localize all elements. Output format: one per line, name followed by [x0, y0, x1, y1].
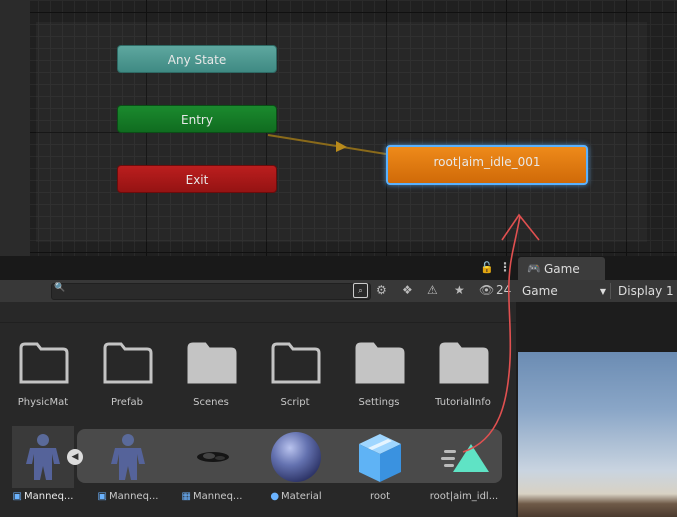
asset-label: root	[369, 491, 391, 502]
folder-icon	[19, 342, 69, 384]
asset-mannequin-mesh[interactable]: ▦ Manneq...	[169, 430, 255, 510]
folder-label: TutorialInfo	[435, 397, 491, 408]
mannequin-icon	[111, 434, 145, 480]
search-input[interactable]	[66, 284, 350, 297]
folder-icon	[103, 342, 153, 384]
folder-label: Settings	[358, 397, 400, 408]
more-options-icon[interactable]: ⋮	[499, 260, 511, 274]
lock-icon[interactable]: 🔓	[480, 261, 494, 274]
mannequin-icon	[26, 434, 60, 480]
asset-label: ▦ Manneq...	[181, 491, 243, 502]
tag-icon[interactable]: ❖	[402, 283, 413, 297]
toolbar-divider	[610, 283, 611, 299]
asset-label: root|aim_idl...	[429, 491, 499, 502]
entry-node[interactable]: Entry	[117, 105, 277, 133]
folder-icon	[355, 342, 405, 384]
collapse-arrow-icon[interactable]: ◀	[67, 449, 83, 465]
folder-script[interactable]: Script	[255, 342, 335, 414]
asset-mannequin-prefab[interactable]: ▣ Manneq...	[0, 430, 86, 510]
folder-icon	[271, 342, 321, 384]
any-state-node[interactable]: Any State	[117, 45, 277, 73]
game-mode-dropdown[interactable]: Game ▼	[520, 281, 608, 301]
eye-icon[interactable]: 👁	[479, 283, 494, 297]
material-icon: ●	[270, 491, 280, 502]
folder-icon	[187, 342, 237, 384]
folder-physicmat[interactable]: PhysicMat	[3, 342, 83, 414]
animator-layers-panel	[0, 0, 31, 256]
mesh-icon: ▦	[181, 491, 191, 502]
exit-node[interactable]: Exit	[117, 165, 277, 193]
material-sphere-icon	[271, 432, 321, 482]
asset-label: ▣ Manneq...	[12, 491, 74, 502]
folder-label: Prefab	[111, 397, 143, 408]
gamepad-icon: 🎮	[527, 262, 541, 275]
tab-game-label: Game	[544, 262, 580, 276]
folder-label: Script	[280, 397, 310, 408]
asset-label: ▣ Manneq...	[97, 491, 159, 502]
folder-label: PhysicMat	[17, 397, 69, 408]
filter-by-type-icon[interactable]: ⚙	[376, 283, 387, 297]
folder-scenes[interactable]: Scenes	[171, 342, 251, 414]
animator-window: Any State Entry Exit root|aim_idle_001	[0, 0, 677, 256]
hidden-packages-count: 24	[496, 283, 512, 297]
default-state-node[interactable]: root|aim_idle_001	[386, 145, 588, 185]
game-view[interactable]	[518, 352, 677, 517]
display-dropdown[interactable]: Display 1	[618, 281, 674, 301]
mesh-icon	[197, 452, 229, 462]
prefab-icon: ▣	[12, 491, 22, 502]
asset-root-model[interactable]: root	[337, 430, 423, 510]
folder-settings[interactable]: Settings	[339, 342, 419, 414]
folder-prefab[interactable]: Prefab	[87, 342, 167, 414]
folder-tutorialinfo[interactable]: TutorialInfo	[423, 342, 503, 414]
warning-icon[interactable]: ⚠	[427, 283, 438, 297]
folder-icon	[439, 342, 489, 384]
search-icon: 🔍	[54, 283, 66, 293]
chevron-down-icon: ▼	[599, 287, 606, 296]
folder-label: Scenes	[193, 397, 229, 408]
project-breadcrumb-bar	[0, 302, 516, 323]
model-cube-icon	[359, 434, 401, 482]
animation-clip-icon	[441, 444, 489, 472]
asset-material[interactable]: ● Material	[253, 430, 339, 510]
asset-label: ● Material	[270, 491, 322, 502]
star-icon[interactable]: ★	[454, 283, 465, 297]
tab-game[interactable]: 🎮 Game	[518, 257, 605, 281]
asset-animation-clip[interactable]: root|aim_idl...	[421, 430, 507, 510]
game-mode-value: Game	[522, 284, 558, 298]
asset-mannequin-prefab-variant[interactable]: ▣ Manneq...	[85, 430, 171, 510]
prefab-icon: ▣	[97, 491, 107, 502]
search-by-type-icon[interactable]: ⌕	[353, 283, 368, 298]
